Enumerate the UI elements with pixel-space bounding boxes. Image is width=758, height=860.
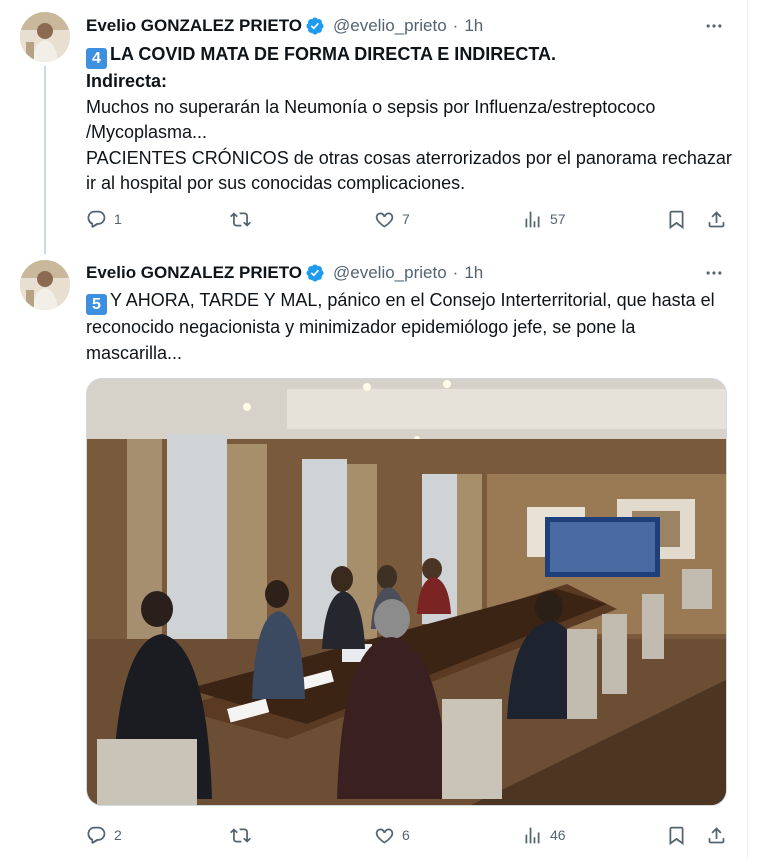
text-line: 5Y AHORA, TARDE Y MAL, pánico en el Cons… xyxy=(86,288,736,315)
tweet-text: 4 LA COVID MATA DE FORMA DIRECTA E INDIRE… xyxy=(86,42,736,197)
heart-icon xyxy=(375,828,394,843)
views-count: 46 xyxy=(550,827,566,843)
tweet-header: Evelio GONZALEZ PRIETO @evelio_prieto · … xyxy=(86,261,483,285)
heart-icon xyxy=(375,212,394,227)
tweet-text: 5Y AHORA, TARDE Y MAL, pánico en el Cons… xyxy=(86,288,736,366)
thread-line xyxy=(44,66,46,254)
text-line: Indirecta: xyxy=(86,71,168,91)
bookmark-button[interactable] xyxy=(666,821,687,849)
timestamp[interactable]: 1h xyxy=(464,263,483,283)
reply-button[interactable]: 1 xyxy=(86,205,122,233)
tweet[interactable]: Evelio GONZALEZ PRIETO @evelio_prieto · … xyxy=(0,250,747,860)
separator-dot: · xyxy=(452,16,459,35)
text-line: reconocido negacionista y minimizador ep… xyxy=(86,317,636,337)
text-line: ir al hospital por sus conocidas complic… xyxy=(86,173,466,193)
share-button[interactable] xyxy=(706,205,727,233)
repost-button[interactable] xyxy=(230,205,258,233)
keycap-emoji: 5 xyxy=(86,294,107,315)
views-button[interactable]: 46 xyxy=(522,821,566,849)
views-count: 57 xyxy=(550,211,566,227)
text-line: /Mycoplasma... xyxy=(86,122,208,142)
reply-icon xyxy=(87,826,106,844)
display-name[interactable]: Evelio GONZALEZ PRIETO xyxy=(86,263,302,283)
text-line: mascarilla... xyxy=(86,342,183,363)
verified-badge-icon xyxy=(305,263,325,283)
tweet-photo[interactable] xyxy=(86,378,727,806)
reply-count: 2 xyxy=(114,827,122,843)
bookmark-icon xyxy=(669,210,684,229)
more-horizontal-icon[interactable] xyxy=(703,262,725,284)
verified-badge-icon xyxy=(305,16,325,36)
reply-button[interactable]: 2 xyxy=(86,821,122,849)
share-button[interactable] xyxy=(706,821,727,849)
repost-button[interactable] xyxy=(230,821,258,849)
handle[interactable]: @evelio_prieto xyxy=(333,263,447,283)
like-button[interactable]: 6 xyxy=(374,821,410,849)
text-line: PACIENTES CRÓNICOS de otras cosas aterro… xyxy=(86,147,732,168)
timeline-border xyxy=(747,0,748,860)
bookmark-icon xyxy=(669,826,684,845)
meeting-room-photo xyxy=(87,379,726,805)
share-icon xyxy=(708,826,725,843)
views-icon xyxy=(525,211,540,227)
avatar[interactable] xyxy=(20,260,70,310)
like-count: 7 xyxy=(402,211,410,227)
keycap-emoji: 4 xyxy=(86,48,107,69)
share-icon xyxy=(708,210,725,227)
views-icon xyxy=(525,827,540,843)
text-segment: LA COVID MATA DE FORMA DIRECTA E INDIREC… xyxy=(110,44,556,64)
tweet-actions: 1 7 57 xyxy=(86,205,731,233)
like-button[interactable]: 7 xyxy=(374,205,410,233)
repost-icon xyxy=(230,827,251,843)
reply-icon xyxy=(87,210,106,228)
more-horizontal-icon[interactable] xyxy=(703,15,725,37)
display-name[interactable]: Evelio GONZALEZ PRIETO xyxy=(86,16,302,36)
views-button[interactable]: 57 xyxy=(522,205,566,233)
tweet-header: Evelio GONZALEZ PRIETO @evelio_prieto · … xyxy=(86,14,483,38)
text-segment: Y AHORA, TARDE Y MAL, pánico en el Conse… xyxy=(110,290,715,310)
text-line: 4 LA COVID MATA DE FORMA DIRECTA E INDIRE… xyxy=(86,42,736,69)
reply-count: 1 xyxy=(114,211,122,227)
like-count: 6 xyxy=(402,827,410,843)
handle[interactable]: @evelio_prieto xyxy=(333,16,447,36)
bookmark-button[interactable] xyxy=(666,205,687,233)
timestamp[interactable]: 1h xyxy=(464,16,483,36)
separator-dot: · xyxy=(452,263,459,282)
tweet-actions: 2 6 46 xyxy=(86,821,731,849)
tweet[interactable]: Evelio GONZALEZ PRIETO @evelio_prieto · … xyxy=(0,0,747,254)
avatar[interactable] xyxy=(20,12,70,62)
repost-icon xyxy=(230,211,251,227)
text-line: Muchos no superarán la Neumonía o sepsis… xyxy=(86,96,656,117)
